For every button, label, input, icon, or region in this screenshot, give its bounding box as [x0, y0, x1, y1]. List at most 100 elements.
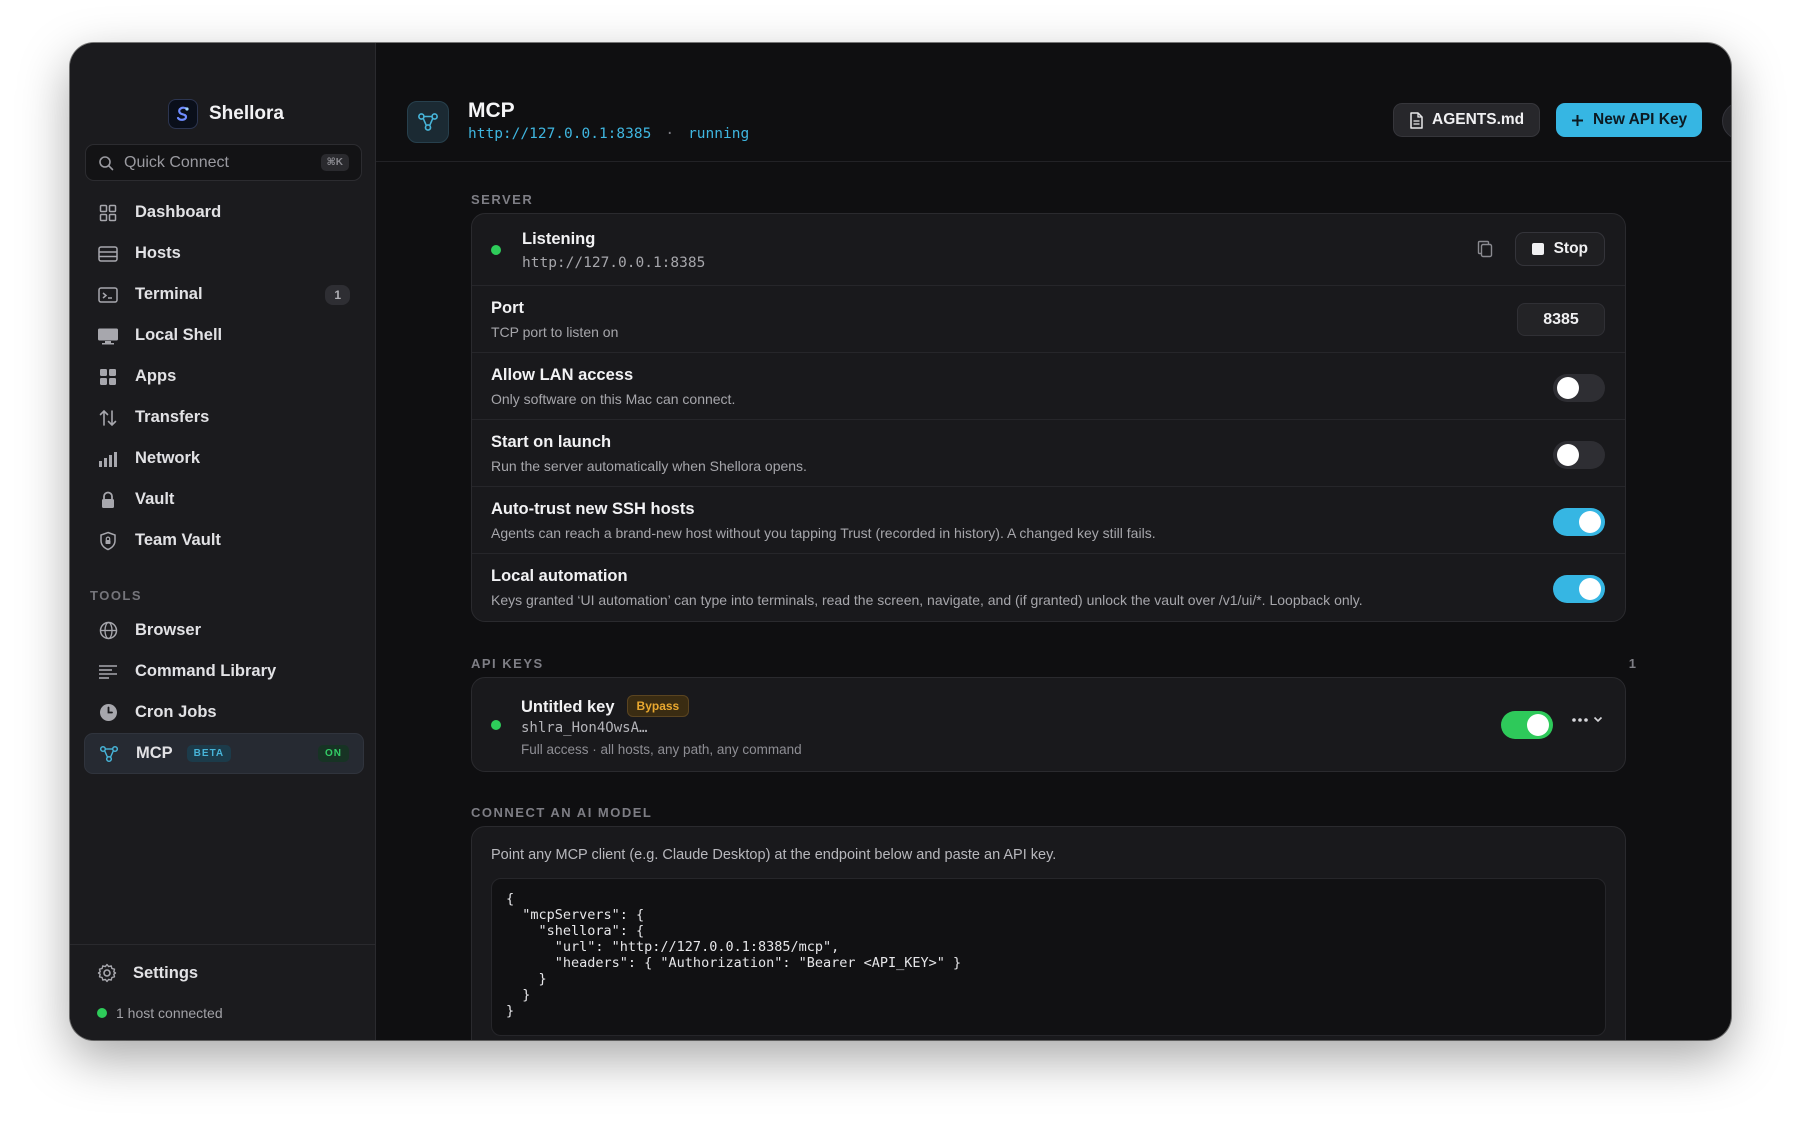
- listening-indicator: [491, 245, 501, 255]
- apps-grid-icon: [97, 366, 119, 388]
- lan-access-toggle[interactable]: [1553, 374, 1605, 402]
- app-window: Shellora Quick Connect ⌘K Dashboard Host…: [70, 43, 1731, 1040]
- start-on-launch-row: Start on launch Run the server automatic…: [472, 420, 1625, 487]
- host-connection-status: 1 host connected: [97, 1005, 223, 1021]
- endpoint-url: http://127.0.0.1:8385: [468, 126, 652, 142]
- document-icon: [1410, 111, 1423, 129]
- sidebar-item-label: Terminal: [135, 285, 203, 303]
- auto-trust-title: Auto-trust new SSH hosts: [491, 500, 695, 518]
- connect-card: Point any MCP client (e.g. Claude Deskto…: [471, 826, 1626, 1040]
- sidebar-item-mcp[interactable]: MCP BETA ON: [84, 733, 364, 774]
- sidebar-item-command-library[interactable]: Command Library: [84, 651, 364, 692]
- plus-icon: [1572, 114, 1583, 126]
- stop-server-button[interactable]: Stop: [1514, 232, 1605, 266]
- key-active-indicator: [491, 720, 501, 730]
- help-button[interactable]: ?: [1722, 102, 1731, 140]
- sidebar-item-label: Network: [135, 449, 201, 467]
- mcp-config-code-block[interactable]: { "mcpServers": { "shellora": { "url": "…: [491, 878, 1606, 1036]
- sidebar-item-dashboard[interactable]: Dashboard: [84, 192, 364, 233]
- stop-icon: [1531, 243, 1544, 255]
- mcp-icon: [98, 743, 120, 765]
- sidebar-item-label: Hosts: [135, 244, 181, 262]
- shellora-logo-icon: [168, 99, 198, 129]
- listening-row: Listening http://127.0.0.1:8385 Stop: [472, 214, 1625, 286]
- host-status-text: 1 host connected: [116, 1005, 223, 1021]
- new-api-key-label: New API Key: [1593, 111, 1688, 128]
- shield-icon: [97, 530, 119, 552]
- sidebar: Shellora Quick Connect ⌘K Dashboard Host…: [70, 43, 376, 1040]
- sidebar-item-label: Dashboard: [135, 203, 222, 221]
- quick-connect-input[interactable]: Quick Connect ⌘K: [85, 144, 362, 181]
- sidebar-item-browser[interactable]: Browser: [84, 610, 364, 651]
- listening-title: Listening: [522, 230, 596, 248]
- local-automation-toggle[interactable]: [1553, 575, 1605, 603]
- api-key-name-line: Untitled key Bypass: [521, 695, 690, 717]
- server-endpoint-status: http://127.0.0.1:8385 · running: [468, 126, 749, 142]
- sidebar-item-label: Command Library: [135, 662, 277, 680]
- page-title: MCP: [468, 99, 515, 122]
- toggle-knob: [1579, 578, 1601, 600]
- api-key-name: Untitled key: [521, 698, 615, 716]
- agents-md-button[interactable]: AGENTS.md: [1393, 103, 1541, 137]
- sidebar-item-cron-jobs[interactable]: Cron Jobs: [84, 692, 364, 733]
- main-content: MCP http://127.0.0.1:8385 · running AGENTS…: [376, 43, 1731, 1040]
- more-options-button[interactable]: [1571, 716, 1603, 723]
- mcp-status-badge: ON: [318, 745, 349, 762]
- toggle-knob: [1579, 511, 1601, 533]
- api-keys-section-heading: API KEYS: [471, 656, 544, 671]
- sidebar-item-terminal[interactable]: Terminal 1: [84, 274, 364, 315]
- sidebar-item-label: MCP: [136, 744, 173, 762]
- settings-button[interactable]: Settings: [97, 963, 198, 983]
- brand: Shellora: [168, 99, 284, 129]
- status-separator: ·: [665, 126, 675, 142]
- local-automation-row: Local automation Keys granted ‘UI automa…: [472, 554, 1625, 621]
- sidebar-item-label: Cron Jobs: [135, 703, 217, 721]
- connected-indicator: [97, 1008, 107, 1018]
- server-section-heading: SERVER: [471, 192, 534, 207]
- monitor-icon: [97, 325, 119, 347]
- toggle-knob: [1557, 444, 1579, 466]
- sidebar-item-apps[interactable]: Apps: [84, 356, 364, 397]
- app-name: Shellora: [209, 103, 284, 124]
- server-status: running: [688, 126, 750, 142]
- sidebar-item-transfers[interactable]: Transfers: [84, 397, 364, 438]
- port-title: Port: [491, 299, 524, 317]
- sidebar-item-label: Apps: [135, 367, 177, 385]
- lan-access-title: Allow LAN access: [491, 366, 634, 384]
- local-automation-desc: Keys granted ‘UI automation’ can type in…: [491, 592, 1363, 608]
- new-api-key-button[interactable]: New API Key: [1556, 103, 1703, 137]
- auto-trust-toggle[interactable]: [1553, 508, 1605, 536]
- sidebar-item-hosts[interactable]: Hosts: [84, 233, 364, 274]
- sidebar-item-network[interactable]: Network: [84, 438, 364, 479]
- agents-md-label: AGENTS.md: [1432, 111, 1525, 128]
- server-card: Listening http://127.0.0.1:8385 Stop Por…: [471, 213, 1626, 622]
- mcp-header-icon: [407, 101, 449, 143]
- page-header: MCP http://127.0.0.1:8385 · running AGENTS…: [376, 43, 1731, 162]
- copy-icon[interactable]: [1477, 240, 1493, 263]
- search-icon: [99, 155, 114, 170]
- chevron-down-icon: [1593, 716, 1603, 723]
- auto-trust-desc: Agents can reach a brand-new host withou…: [491, 525, 1156, 541]
- toggle-knob: [1557, 377, 1579, 399]
- bypass-badge: Bypass: [626, 695, 690, 717]
- settings-label: Settings: [133, 963, 199, 982]
- sidebar-item-team-vault[interactable]: Team Vault: [84, 520, 364, 561]
- globe-icon: [97, 620, 119, 642]
- list-icon: [97, 661, 119, 683]
- local-automation-title: Local automation: [491, 567, 628, 585]
- sidebar-item-local-shell[interactable]: Local Shell: [84, 315, 364, 356]
- sidebar-item-label: Team Vault: [135, 531, 221, 549]
- stop-label: Stop: [1553, 240, 1588, 257]
- sidebar-item-vault[interactable]: Vault: [84, 479, 364, 520]
- lan-access-desc: Only software on this Mac can connect.: [491, 391, 736, 407]
- clock-icon: [97, 702, 119, 724]
- toggle-knob: [1527, 714, 1549, 736]
- sidebar-footer: Settings 1 host connected: [70, 944, 376, 1040]
- start-on-launch-toggle[interactable]: [1553, 441, 1605, 469]
- main-nav: Dashboard Hosts Terminal 1 Local Shell A…: [84, 192, 364, 561]
- lock-icon: [97, 489, 119, 511]
- sidebar-item-label: Local Shell: [135, 326, 223, 344]
- api-key-toggle[interactable]: [1501, 711, 1553, 739]
- tools-nav: Browser Command Library Cron Jobs MCP BE…: [84, 610, 364, 774]
- port-input[interactable]: 8385: [1517, 303, 1605, 336]
